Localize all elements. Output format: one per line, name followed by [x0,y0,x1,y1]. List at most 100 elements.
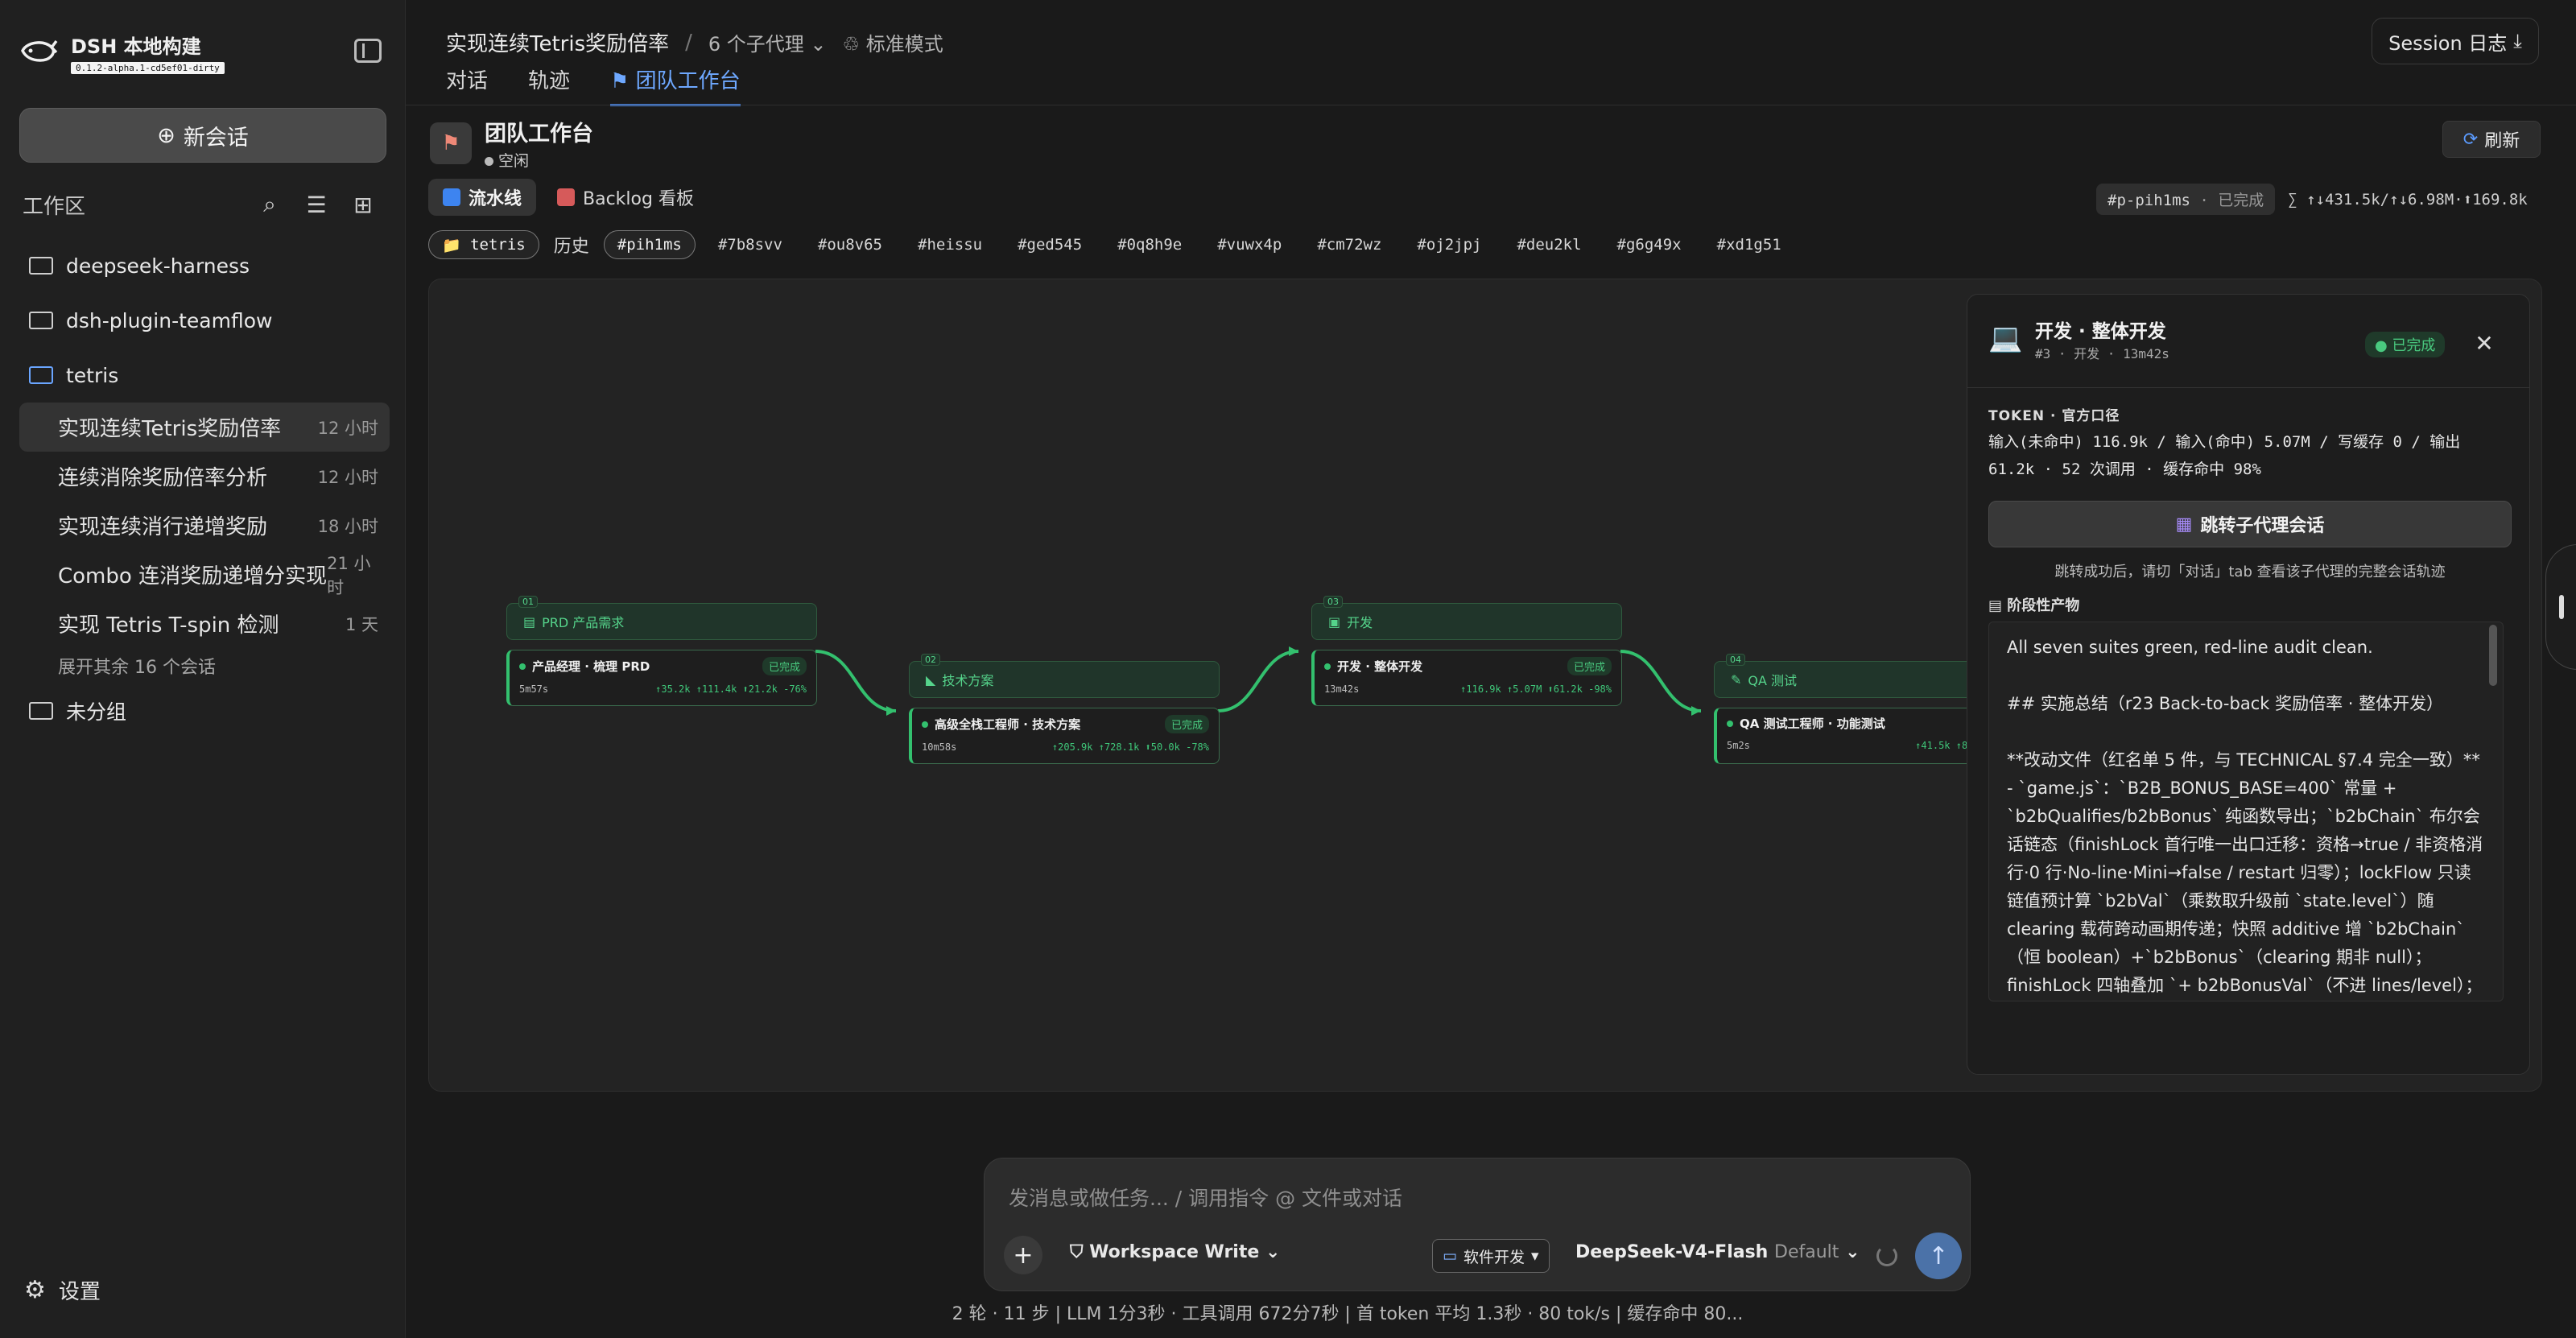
pipeline-node[interactable]: 产品经理 · 梳理 PRD 已完成 5m57s ↑35.2k ↑111.4k ⬆21… [506,650,817,706]
breadcrumb: 实现连续Tetris奖励倍率 / 6 个子代理 ⌄ ♲ 标准模式 [446,27,943,57]
history-chip[interactable]: #deu2kl [1504,230,1594,259]
session-age: 12 小时 [317,418,378,438]
session-title: 实现 Tetris T-spin 检测 [58,613,279,638]
token-summary: ∑ ↑↓431.5k/↑↓6.98M·⬆169.8k [2288,190,2528,209]
folder-item[interactable]: 未分组 [19,683,390,738]
session-title: Combo 连消奖励递增分实现 [58,564,328,588]
pipeline-node[interactable]: 高级全栈工程师 · 技术方案 已完成 10m58s ↑205.9k ↑728.1k … [909,708,1220,764]
main-tabs: 对话 轨迹 ⚑ 团队工作台 [446,64,741,106]
attach-button[interactable]: + [1004,1236,1042,1274]
session-log-button[interactable]: Session 日志 ⤓ [2372,18,2539,64]
session-item[interactable]: Combo 连消奖励递增分实现 21 小时 [19,550,390,599]
node-detail-panel: 💻 开发 · 整体开发 #3 · 开发 · 13m42s ● 已完成 ✕ TOK… [1967,294,2530,1075]
history-chip[interactable]: #pih1ms [603,230,696,259]
session-age: 12 小时 [317,467,378,487]
session-age: 18 小时 [317,516,378,536]
subtabs: 流水线 Backlog 看板 [428,179,708,216]
session-title: 实现连续Tetris奖励倍率 [58,417,282,441]
session-item[interactable]: 连续消除奖励倍率分析 12 小时 [19,452,390,501]
agents-dropdown[interactable]: 6 个子代理 ⌄ [708,28,827,56]
model-selector[interactable]: DeepSeek-V4-Flash Default ⌄ [1575,1242,1860,1262]
session-log-label: Session 日志 [2388,31,2508,55]
sidebar: DSH 本地构建 0.1.2-alpha.1-cd5ef01-dirty ⊕ 新… [0,0,406,1338]
tab-team-workbench[interactable]: ⚑ 团队工作台 [610,64,741,106]
folder-item[interactable]: dsh-plugin-teamflow [19,293,390,348]
run-id-badge: #p-pih1ms · 已完成 [2096,184,2276,215]
session-item[interactable]: 实现连续消行递增奖励 18 小时 [19,501,390,550]
plus-circle-icon: ⊕ [157,122,175,148]
detail-title: 开发 · 整体开发 [2035,321,2166,342]
folder-icon [29,312,53,329]
artifact-content[interactable]: All seven suites green, red-line audit c… [1988,622,2504,1001]
pipeline-canvas[interactable]: 01 ▤ PRD 产品需求 产品经理 · 梳理 PRD 已完成 5m57s ↑35.2k… [428,279,2542,1092]
project-chip[interactable]: 📁 tetris [428,230,539,259]
workspace-write-dropdown[interactable]: ⛉ Workspace Write ⌄ [1070,1242,1280,1262]
token-heading: TOKEN · 官方口径 [1988,408,2120,424]
stage-dev: 03 ▣ 开发 [1311,596,1622,640]
loading-spinner-icon [1876,1245,1897,1266]
session-age: 1 天 [345,614,378,634]
page-title: 实现连续Tetris奖励倍率 [446,32,670,56]
history-chip[interactable]: #oj2jpj [1404,230,1494,259]
refresh-icon: ⟳ [2462,129,2479,150]
session-age: 21 小时 [327,553,371,597]
add-folder-icon[interactable]: ⊞ [340,192,386,218]
jump-hint: 跳转成功后，请切「对话」tab 查看该子代理的完整会话轨迹 [2054,564,2446,580]
download-icon: ⤓ [2513,30,2522,52]
artifact-scrollbar[interactable] [2489,625,2497,686]
tab-trace[interactable]: 轨迹 [528,64,570,106]
history-chip[interactable]: #cm72wz [1304,230,1394,259]
composer: 发消息或做任务... / 调用指令 @ 文件或对话 + ⛉ Workspace … [984,1158,1971,1291]
history-label: 历史 [553,237,589,257]
folder-item[interactable]: tetris [19,348,390,403]
settings-button[interactable]: ⚙ 设置 [24,1275,101,1305]
status-badge: ● 已完成 [2365,332,2446,357]
history-chip[interactable]: #xd1g51 [1704,230,1794,259]
artifact-heading: ▤ 阶段性产物 [1988,597,2080,614]
pipeline-node[interactable]: 开发 · 整体开发 已完成 13m42s ↑116.9k ↑5.07M ⬆61.2k… [1311,650,1622,706]
side-drawer-handle[interactable] [2545,544,2576,670]
search-icon[interactable]: ⌕ [246,191,293,218]
history-chip[interactable]: #7b8svv [705,230,795,259]
robot-icon: ▦ [2175,514,2193,535]
mode-indicator[interactable]: ♲ 标准模式 [843,28,943,56]
subtab-backlog[interactable]: Backlog 看板 [543,179,708,216]
history-chip[interactable]: #ged545 [1005,230,1095,259]
settings-label: 设置 [58,1280,101,1304]
session-item[interactable]: 实现 Tetris T-spin 检测 1 天 [19,599,390,648]
message-input[interactable]: 发消息或做任务... / 调用指令 @ 文件或对话 [1009,1183,1402,1212]
subtab-pipeline[interactable]: 流水线 [428,179,537,216]
detail-header: 💻 开发 · 整体开发 #3 · 开发 · 13m42s ● 已完成 ✕ [1967,295,2529,388]
close-icon[interactable]: ✕ [2467,325,2502,361]
artifact-line: ## 实施总结（r23 Back-to-back 奖励倍率 · 整体开发） [2007,694,2444,713]
run-info: #p-pih1ms · 已完成 ∑ ↑↓431.5k/↑↓6.98M·⬆169.… [2096,184,2528,215]
laptop-icon: ▭ [1443,1247,1457,1265]
folder-label: deepseek-harness [66,254,250,278]
new-session-button[interactable]: ⊕ 新会话 [19,108,386,163]
send-button[interactable]: ↑ [1915,1233,1962,1279]
stage-tech: 02 ◣ 技术方案 [909,654,1220,698]
artifact-line: All seven suites green, red-line audit c… [2007,638,2373,657]
history-chip[interactable]: #vuwx4p [1204,230,1294,259]
folder-item[interactable]: deepseek-harness [19,238,390,293]
filter-icon[interactable]: ☰ [293,192,340,218]
laptop-icon: 💻 [1988,322,2023,354]
team-header: ⚑ 团队工作台 空闲 [430,116,593,171]
tab-chat[interactable]: 对话 [446,64,488,106]
expand-more-sessions[interactable]: 展开其余 16 个会话 [19,648,390,683]
jump-label: 跳转子代理会话 [2200,516,2325,536]
refresh-button[interactable]: ⟳ 刷新 [2442,121,2541,158]
team-title: 团队工作台 [485,122,593,147]
history-chip[interactable]: #heissu [905,230,995,259]
session-title: 实现连续消行递增奖励 [58,515,268,539]
history-chip[interactable]: #0q8h9e [1104,230,1195,259]
jump-subagent-button[interactable]: ▦ 跳转子代理会话 [1988,501,2512,547]
history-chip[interactable]: #ou8v65 [805,230,895,259]
pipeline-icon [443,188,460,206]
sidebar-toggle-icon[interactable] [354,39,382,63]
session-item[interactable]: 实现连续Tetris奖励倍率 12 小时 [19,403,390,452]
history-chip[interactable]: #g6g49x [1604,230,1695,259]
team-status: 空闲 [485,149,593,171]
preset-selector[interactable]: ▭ 软件开发 ▾ [1432,1239,1550,1273]
workspace-tree: deepseek-harness dsh-plugin-teamflow tet… [19,238,390,738]
